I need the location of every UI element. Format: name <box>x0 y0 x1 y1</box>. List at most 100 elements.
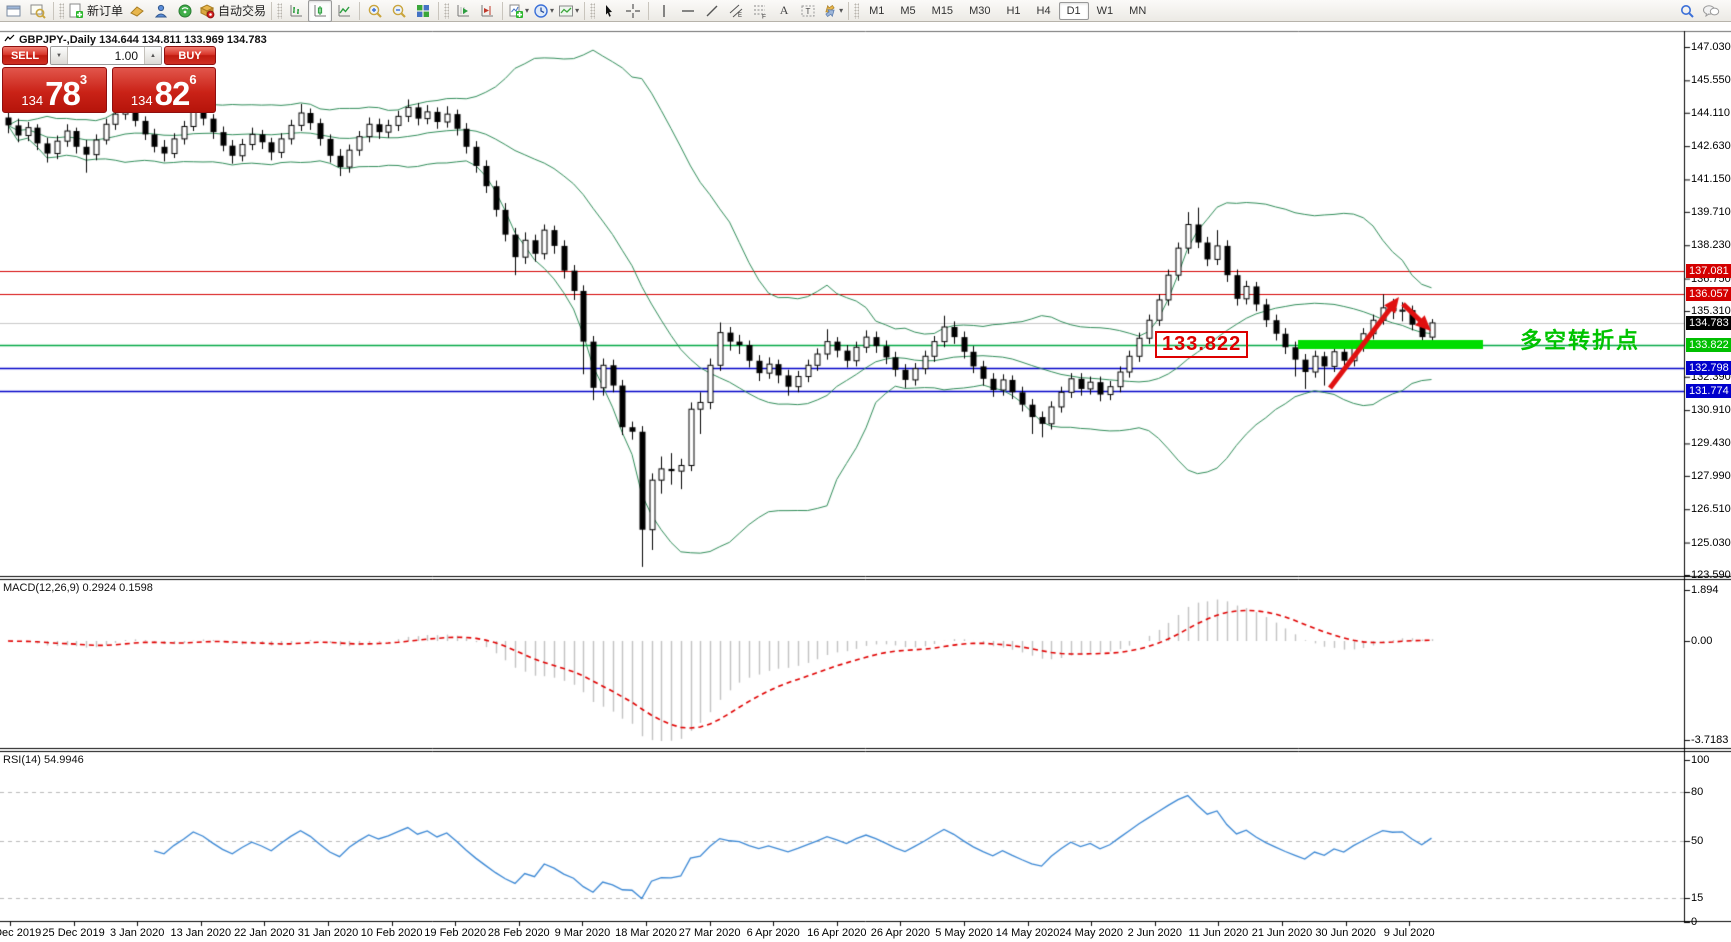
new-chart-button[interactable] <box>2 0 26 22</box>
search-button[interactable] <box>1675 0 1699 22</box>
market-watch-button[interactable] <box>125 0 149 22</box>
navigator-button[interactable] <box>149 0 173 22</box>
date-tick-label: 9 Mar 2020 <box>554 927 611 939</box>
templates-icon <box>558 3 574 19</box>
profiles-icon <box>30 3 46 19</box>
buy-button[interactable]: BUY <box>164 46 216 65</box>
volume-increase-button[interactable]: ▲ <box>144 47 161 64</box>
cursor-icon <box>601 3 617 19</box>
date-axis[interactable]: 16 Dec 201925 Dec 2019 3 Jan 2020 13 Jan 2… <box>0 927 1731 942</box>
timeframe-MN[interactable]: MN <box>1121 2 1154 20</box>
fibonacci-icon: F <box>752 3 768 19</box>
symbol-info-line: GBPJPY-,Daily 134.644 134.811 133.969 13… <box>4 34 267 46</box>
vertical-line-button[interactable] <box>652 0 676 22</box>
arrows-button[interactable]: ▾ <box>820 0 845 22</box>
date-tick-label: 19 Feb 2020 <box>424 927 487 939</box>
cursor-button[interactable] <box>597 0 621 22</box>
timeframe-M5[interactable]: M5 <box>892 2 923 20</box>
symbol-ohlc-text: GBPJPY-,Daily 134.644 134.811 133.969 13… <box>19 34 267 46</box>
text-label-button[interactable]: T <box>796 0 820 22</box>
text-label-icon: T <box>800 3 816 19</box>
autotrade-button[interactable]: 自动交易 <box>197 0 268 22</box>
timeframe-toolbar: M1 M5 M15 M30 H1 H4 D1 W1 MN <box>861 1 1154 20</box>
autotrade-icon <box>199 3 215 19</box>
timeframe-W1[interactable]: W1 <box>1089 2 1122 20</box>
chart-corner-icon <box>4 34 15 46</box>
zoom-in-button[interactable] <box>363 0 387 22</box>
bar-chart-button[interactable] <box>284 0 308 22</box>
new-order-button[interactable]: 新订单 <box>66 0 125 22</box>
text-button[interactable]: A <box>772 0 796 22</box>
chart-canvas[interactable] <box>0 0 1731 942</box>
date-tick-label: 3 Jan 2020 <box>109 927 165 939</box>
date-tick-label: 30 Jun 2020 <box>1315 927 1376 939</box>
zoom-out-button[interactable] <box>387 0 411 22</box>
crosshair-icon <box>625 3 641 19</box>
date-tick-label: 18 Mar 2020 <box>615 927 677 939</box>
ask-pip: 6 <box>189 72 197 87</box>
auto-scroll-icon <box>455 3 471 19</box>
arrows-icon <box>822 3 838 19</box>
vertical-line-icon <box>656 3 672 19</box>
timeframe-M1[interactable]: M1 <box>861 2 892 20</box>
crosshair-button[interactable] <box>621 0 645 22</box>
date-tick-label: 26 Apr 2020 <box>870 927 931 939</box>
indicators-button[interactable]: ▾ <box>506 0 531 22</box>
auto-scroll-button[interactable] <box>451 0 475 22</box>
volume-decrease-button[interactable]: ▼ <box>51 47 68 64</box>
equidistant-channel-button[interactable]: E <box>724 0 748 22</box>
date-tick-label: 24 May 2020 <box>1059 927 1123 939</box>
timeframe-H4[interactable]: H4 <box>1029 2 1059 20</box>
line-chart-button[interactable] <box>332 0 356 22</box>
bull-bear-turning-point-annotation[interactable]: 多空转折点 <box>1520 323 1640 355</box>
date-tick-label: 5 May 2020 <box>935 927 993 939</box>
timeframe-D1[interactable]: D1 <box>1058 1 1089 20</box>
volume-input[interactable]: 1.00 <box>68 47 144 64</box>
price-level-label-box[interactable]: 133.822 <box>1155 331 1249 358</box>
equidistant-channel-icon: E <box>728 3 744 19</box>
tile-windows-button[interactable] <box>411 0 435 22</box>
zoom-out-icon <box>391 3 407 19</box>
svg-text:F: F <box>762 13 766 19</box>
timeframe-M15[interactable]: M15 <box>924 2 961 20</box>
new-order-icon <box>68 3 84 19</box>
timeframe-H1[interactable]: H1 <box>998 2 1028 20</box>
indicators-icon <box>508 3 524 19</box>
candlestick-chart-icon <box>312 3 328 19</box>
templates-button[interactable]: ▾ <box>556 0 581 22</box>
candlestick-chart-button[interactable] <box>308 0 333 22</box>
bid-price-display[interactable]: 134 78 3 <box>2 67 107 113</box>
date-tick-label: 16 Apr 2020 <box>807 927 867 939</box>
date-tick-label: 28 Feb 2020 <box>487 927 550 939</box>
date-tick-label: 11 Jun 2020 <box>1188 927 1249 939</box>
rsi-indicator-label: RSI(14) 54.9946 <box>3 754 84 766</box>
indicators-caret-icon: ▾ <box>525 6 530 15</box>
bar-chart-icon <box>288 3 304 19</box>
timeframe-M30[interactable]: M30 <box>961 2 998 20</box>
zoom-in-icon <box>367 3 383 19</box>
date-tick-label: 25 Dec 2019 <box>42 927 105 939</box>
ask-main: 82 <box>154 75 191 112</box>
signals-button[interactable] <box>173 0 197 22</box>
horizontal-line-icon <box>680 3 696 19</box>
arrows-caret-icon: ▾ <box>839 6 844 15</box>
profiles-button[interactable] <box>26 0 50 22</box>
svg-text:E: E <box>738 13 742 19</box>
bid-pip: 3 <box>79 72 88 87</box>
ask-prefix: 134 <box>130 93 153 108</box>
ask-price-display[interactable]: 134 82 6 <box>111 67 216 113</box>
autotrade-label: 自动交易 <box>218 4 267 18</box>
trendline-button[interactable] <box>700 0 724 22</box>
line-chart-icon <box>336 3 352 19</box>
macd-indicator-label: MACD(12,26,9) 0.2924 0.1598 <box>3 582 153 594</box>
one-click-trading-panel: SELL ▼ 1.00 ▲ BUY 134 78 3 134 82 6 <box>2 46 216 113</box>
new-chart-icon <box>6 3 22 19</box>
sell-button[interactable]: SELL <box>2 46 48 65</box>
fibonacci-button[interactable]: F <box>748 0 772 22</box>
chat-button[interactable] <box>1699 0 1723 22</box>
main-toolbar: 新订单 自动交易 ▾ ▾ ▾ E F A T ▾ M1 M5 M15 M30 H… <box>0 0 1731 22</box>
horizontal-line-button[interactable] <box>676 0 700 22</box>
periods-button[interactable]: ▾ <box>531 0 556 22</box>
chart-shift-button[interactable] <box>475 0 499 22</box>
date-tick-label: 9 Jul 2020 <box>1383 927 1435 939</box>
